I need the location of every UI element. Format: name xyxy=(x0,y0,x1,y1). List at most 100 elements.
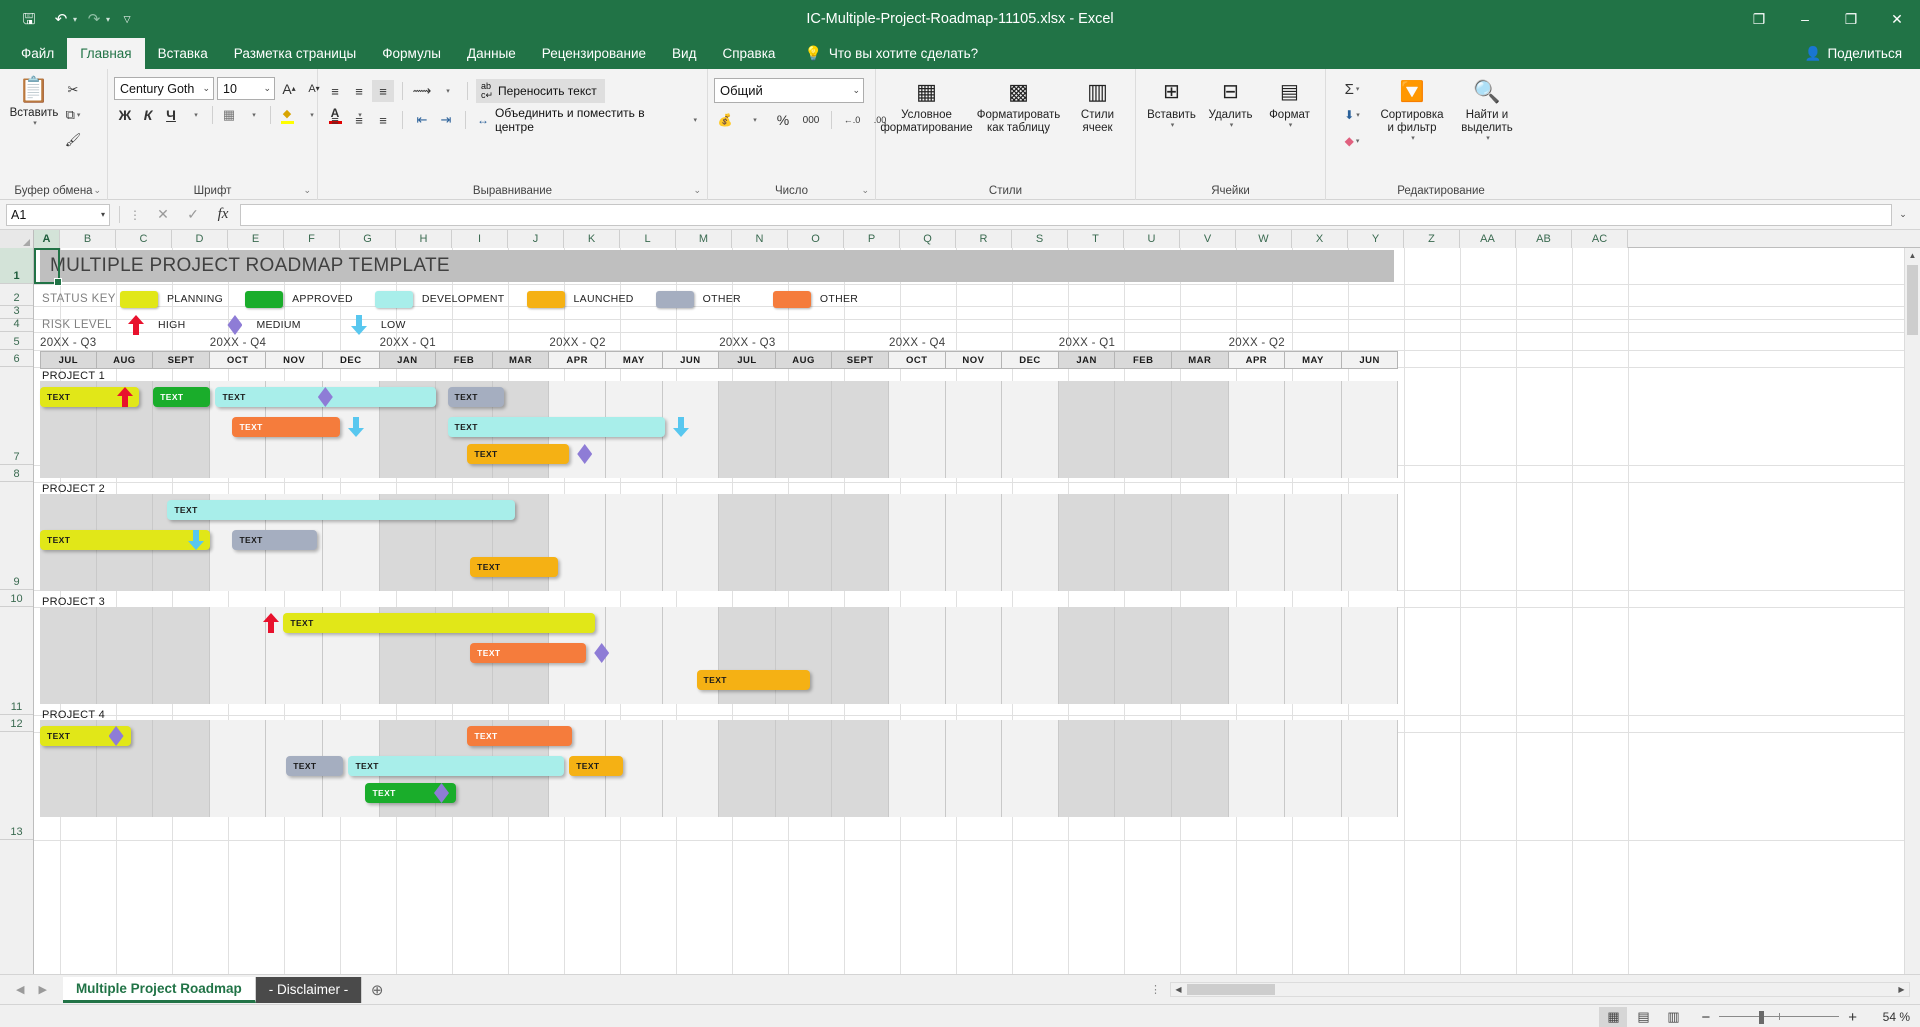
gantt-bar[interactable]: TEXT xyxy=(470,557,558,577)
column-header-H[interactable]: H xyxy=(396,230,452,248)
formula-input[interactable] xyxy=(240,203,1892,226)
copy-button[interactable]: ⧉ ▾ xyxy=(62,104,84,126)
vertical-scroll-thumb[interactable] xyxy=(1907,265,1918,335)
find-select-dropdown-icon[interactable]: ▾ xyxy=(1486,135,1490,143)
underline-dropdown-icon[interactable]: ▾ xyxy=(185,104,207,126)
wrap-text-button[interactable]: ab c↵ Переносить текст xyxy=(476,79,605,103)
sheet-nav-arrows[interactable]: ◀ ▶ xyxy=(10,983,63,996)
sort-filter-dropdown-icon[interactable]: ▾ xyxy=(1411,135,1415,143)
column-header-U[interactable]: U xyxy=(1124,230,1180,248)
fill-color-button[interactable]: ◆ xyxy=(276,104,298,126)
italic-button[interactable]: К xyxy=(137,104,159,126)
increase-font-size-button[interactable]: A ▴ xyxy=(278,78,300,100)
number-format-combo[interactable]: Общий ⌄ xyxy=(714,78,864,103)
column-header-S[interactable]: S xyxy=(1012,230,1068,248)
gantt-bar[interactable]: TEXT xyxy=(167,500,516,520)
borders-dropdown-icon[interactable]: ▾ xyxy=(243,104,265,126)
column-header-L[interactable]: L xyxy=(620,230,676,248)
font-dialog-launcher[interactable]: ⌄ xyxy=(303,181,311,199)
column-header-C[interactable]: C xyxy=(116,230,172,248)
decrease-indent-button[interactable]: ⇤ xyxy=(411,109,433,131)
save-icon[interactable]: 🖫 xyxy=(14,6,44,32)
redo-icon[interactable]: ↷ xyxy=(79,6,109,32)
row-header-13[interactable]: 13 xyxy=(0,732,33,840)
column-header-AA[interactable]: AA xyxy=(1460,230,1516,248)
active-cell-selection[interactable] xyxy=(34,248,62,286)
find-select-button[interactable]: 🔍 Найти и выделить ▾ xyxy=(1452,75,1522,182)
cell-styles-button[interactable]: ▥ Стили ячеек xyxy=(1068,75,1128,182)
increase-decimal-button[interactable]: ←.0 xyxy=(841,109,863,131)
column-header-Y[interactable]: Y xyxy=(1348,230,1404,248)
cut-button[interactable]: ✂ xyxy=(62,79,84,101)
vertical-scrollbar[interactable]: ▲ xyxy=(1904,248,1920,974)
insert-cells-dropdown-icon[interactable]: ▾ xyxy=(1171,122,1175,130)
column-header-N[interactable]: N xyxy=(732,230,788,248)
align-top-button[interactable]: ≡ xyxy=(324,80,346,102)
row-header-6[interactable]: 6 xyxy=(0,350,33,367)
align-bottom-button[interactable]: ≡ xyxy=(372,80,394,102)
row-header-12[interactable]: 12 xyxy=(0,715,33,732)
ribbon-display-options-icon[interactable]: ❐ xyxy=(1736,0,1782,38)
add-sheet-button[interactable]: ⊕ xyxy=(362,981,392,999)
column-header-M[interactable]: M xyxy=(676,230,732,248)
tab-data[interactable]: Данные xyxy=(454,38,529,69)
scroll-right-icon[interactable]: ▶ xyxy=(1894,985,1909,994)
undo-icon[interactable]: ↶ xyxy=(46,6,76,32)
alignment-dialog-launcher[interactable]: ⌄ xyxy=(693,181,701,199)
format-cells-button[interactable]: ▤ Формат ▾ xyxy=(1261,75,1319,182)
gantt-bar[interactable]: TEXT xyxy=(470,643,587,663)
conditional-formatting-button[interactable]: ▦ Условное форматирование xyxy=(880,75,972,182)
column-header-AB[interactable]: AB xyxy=(1516,230,1572,248)
paste-dropdown-icon[interactable]: ▾ xyxy=(33,120,37,128)
undo-dropdown-icon[interactable]: ▾ xyxy=(73,15,77,24)
gantt-bar[interactable]: TEXT xyxy=(153,387,210,407)
zoom-thumb[interactable] xyxy=(1759,1011,1765,1024)
clipboard-dialog-launcher[interactable]: ⌄ xyxy=(93,181,101,199)
borders-button[interactable]: ▦ xyxy=(218,104,240,126)
row-header-10[interactable]: 10 xyxy=(0,590,33,607)
format-painter-button[interactable]: 🖌 xyxy=(62,129,84,151)
column-header-A[interactable]: A xyxy=(34,230,60,248)
zoom-out-button[interactable]: − xyxy=(1701,1009,1710,1026)
normal-view-button[interactable]: ▦ xyxy=(1599,1007,1628,1027)
scroll-split-grip[interactable]: ⋮ xyxy=(1150,983,1162,996)
copy-dropdown-icon[interactable]: ▾ xyxy=(77,111,81,119)
zoom-slider[interactable] xyxy=(1719,1010,1840,1024)
number-format-dropdown-icon[interactable]: ⌄ xyxy=(849,85,860,96)
gantt-bar[interactable]: TEXT xyxy=(40,530,210,550)
name-box-dropdown-icon[interactable]: ▾ xyxy=(101,210,105,219)
gantt-bar[interactable]: TEXT xyxy=(348,756,564,776)
column-header-AC[interactable]: AC xyxy=(1572,230,1628,248)
column-header-E[interactable]: E xyxy=(228,230,284,248)
font-name-dropdown-icon[interactable]: ⌄ xyxy=(199,83,210,94)
delete-cells-dropdown-icon[interactable]: ▾ xyxy=(1230,122,1234,130)
format-cells-dropdown-icon[interactable]: ▾ xyxy=(1289,122,1293,130)
gantt-bar[interactable]: TEXT xyxy=(696,670,810,690)
expand-formula-bar-icon[interactable]: ⌄ xyxy=(1892,209,1914,220)
tab-view[interactable]: Вид xyxy=(659,38,709,69)
cancel-formula-icon[interactable]: ✕ xyxy=(148,206,178,223)
accounting-format-button[interactable]: 💰 xyxy=(714,109,736,131)
align-center-button[interactable]: ≡ xyxy=(348,109,370,131)
merge-and-center-button[interactable]: ↔ Объединить и поместить в центре ▾ xyxy=(474,106,701,134)
column-header-D[interactable]: D xyxy=(172,230,228,248)
fill-button[interactable]: ⬇ ▾ xyxy=(1332,104,1372,126)
gantt-bar[interactable]: TEXT xyxy=(447,417,666,437)
sheet-tab-roadmap[interactable]: Multiple Project Roadmap xyxy=(62,976,256,1003)
autosum-button[interactable]: Σ ▾ xyxy=(1332,78,1372,100)
accounting-dropdown-icon[interactable]: ▾ xyxy=(744,109,766,131)
orientation-button[interactable]: ⟿ xyxy=(411,80,433,102)
autosum-dropdown-icon[interactable]: ▾ xyxy=(1356,85,1360,93)
align-right-button[interactable]: ≡ xyxy=(372,109,394,131)
delete-cells-button[interactable]: ⊟ Удалить ▾ xyxy=(1202,75,1260,182)
row-header-5[interactable]: 5 xyxy=(0,332,33,350)
horizontal-scrollbar[interactable]: ◀ ▶ xyxy=(1170,982,1910,997)
worksheet-canvas[interactable]: MULTIPLE PROJECT ROADMAP TEMPLATE STATUS … xyxy=(34,248,1920,974)
gantt-bar[interactable]: TEXT xyxy=(467,726,573,746)
font-size-combo[interactable]: 10 ⌄ xyxy=(217,77,275,100)
enter-formula-icon[interactable]: ✓ xyxy=(178,206,208,223)
tab-file[interactable]: Файл xyxy=(8,38,67,69)
scroll-left-icon[interactable]: ◀ xyxy=(1171,985,1186,994)
column-header-J[interactable]: J xyxy=(508,230,564,248)
insert-cells-button[interactable]: ⊞ Вставить ▾ xyxy=(1143,75,1201,182)
